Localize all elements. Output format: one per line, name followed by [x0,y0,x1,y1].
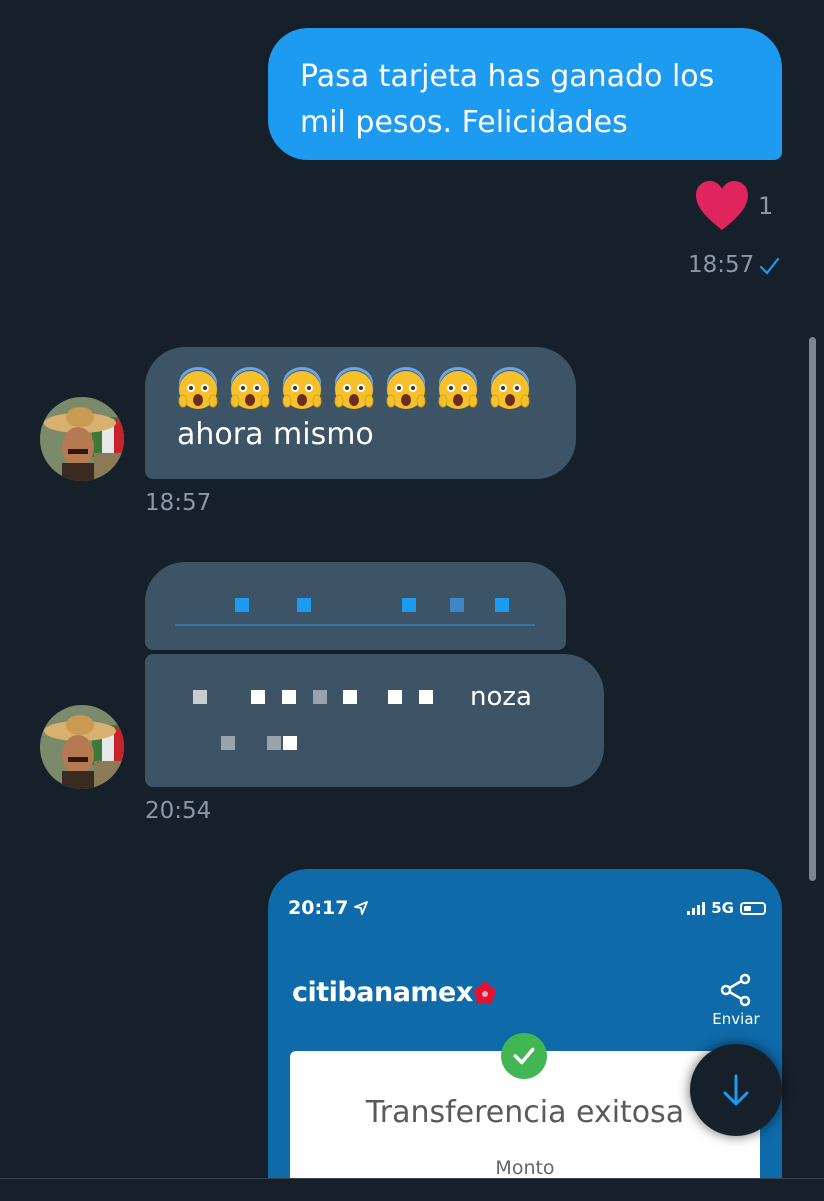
bank-logo: citibanamex [292,977,497,1008]
censor-pixel [282,690,296,704]
signal-icon [687,901,706,915]
bank-flower-icon [473,981,496,1004]
scream-emoji-icon [490,367,530,409]
reaction-count: 1 [758,192,774,220]
censor-pixel [450,598,464,612]
arrow-down-icon [723,1074,749,1106]
censor-pixel [193,690,207,704]
share-icon [720,973,751,1007]
battery-icon [740,901,766,915]
censor-pixel [402,598,416,612]
network-label: 5G [711,899,734,917]
message-text-fragment: noza [470,682,532,712]
success-check-icon [501,1033,547,1079]
check-icon [759,257,780,275]
scream-emoji-icon [386,367,426,409]
incoming-message-bubble[interactable]: ahora mismo [145,347,576,479]
avatar[interactable] [40,705,124,789]
outgoing-image-message[interactable]: 20:17 5G citibanamex Enviar Transferenci… [268,869,782,1200]
scream-emoji-icon [334,367,374,409]
outgoing-message-time: 18:57 [688,252,755,278]
incoming-message-time: 20:54 [145,798,212,824]
location-arrow-icon [354,901,369,915]
incoming-message-time: 18:57 [145,490,212,516]
censor-pixel [267,736,281,750]
censor-pixel [283,736,297,750]
avatar[interactable] [40,397,124,481]
amount-label: Monto [495,1157,555,1179]
phone-time-text: 20:17 [288,897,349,919]
outgoing-message-bubble[interactable]: Pasa tarjeta has ganado los mil pesos. F… [268,28,782,160]
phone-status-time: 20:17 [288,897,369,919]
composer-divider [0,1178,824,1201]
message-reaction[interactable]: 1 [694,180,773,232]
scream-emoji-icon [178,367,218,409]
outgoing-message-text: Pasa tarjeta has ganado los mil pesos. F… [300,59,715,140]
censor-pixel [388,690,402,704]
phone-status-bar: 5G [687,899,766,917]
scream-emoji-icon [438,367,478,409]
transfer-title: Transferencia exitosa [365,1095,685,1130]
censor-pixel [313,690,327,704]
scrollbar[interactable] [809,337,816,881]
scream-emoji-icon [230,367,270,409]
avatar-image [40,397,124,481]
incoming-message-bubble-censored[interactable] [145,562,566,650]
censor-pixel [297,598,311,612]
censor-pixel [343,690,357,704]
censor-line [175,624,535,626]
incoming-message-text: ahora mismo [177,417,374,452]
share-button[interactable]: Enviar [711,972,761,1028]
censor-pixel [235,598,249,612]
scream-emoji-icon [282,367,322,409]
censor-pixel [251,690,265,704]
heart-icon [696,181,748,230]
censor-pixel [221,736,235,750]
censor-pixel [495,598,509,612]
avatar-image [40,705,124,789]
emoji-row [177,367,576,413]
share-label: Enviar [712,1010,760,1028]
scroll-to-bottom-button[interactable] [690,1044,782,1136]
incoming-message-bubble-censored[interactable]: noza [145,654,604,787]
bank-logo-text: citibanamex [292,977,473,1008]
censor-pixel [419,690,433,704]
